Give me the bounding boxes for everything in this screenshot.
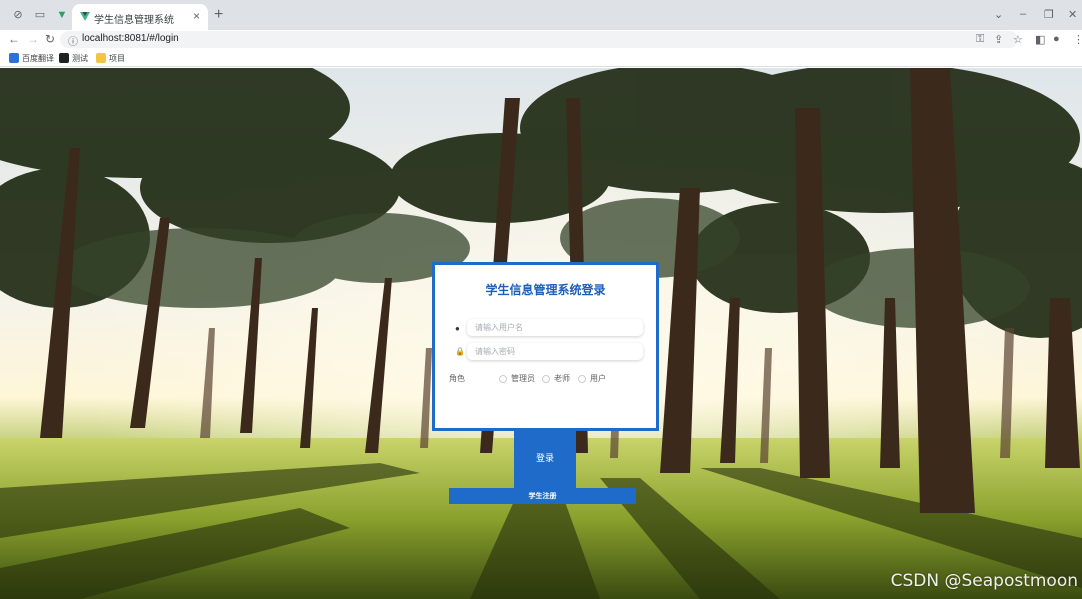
role-option-label: 用户 (590, 374, 606, 383)
role-option-label: 管理员 (511, 374, 535, 383)
login-form-card: 学生信息管理系统登录 ● 🔒 角色 管理员 老师 用户 (432, 262, 659, 431)
login-button[interactable]: 登录 (514, 431, 576, 488)
tab-list-icon[interactable]: ⌄ (994, 8, 1003, 21)
bookmark-star-icon[interactable]: ☆ (1013, 33, 1023, 46)
browser-menu-icon[interactable]: ⋮ (1073, 33, 1082, 46)
browser-toolbar: ← → ↻ ⓘ localhost:8081/#/login ⚿ ⇪ ☆ ◧ ●… (0, 30, 1082, 49)
back-arrow-icon[interactable]: ← (8, 32, 20, 46)
chrome-menu-icon[interactable]: ⊘ (12, 9, 24, 21)
pinned-vue-tab-icon[interactable]: ▼ (56, 9, 68, 21)
role-radio-teacher[interactable]: 老师 (542, 373, 570, 384)
address-bar[interactable]: ⓘ localhost:8081/#/login (60, 31, 1018, 48)
url-text[interactable]: localhost:8081/#/login (82, 33, 179, 44)
role-option-label: 老师 (554, 374, 570, 383)
csdn-watermark: CSDN @Seapostmoon (890, 571, 1078, 591)
radio-circle[interactable] (578, 374, 586, 383)
baidu-translate-icon (9, 53, 19, 63)
tab-search-icon[interactable]: ▭ (34, 9, 46, 21)
role-radio-admin[interactable]: 管理员 (499, 373, 535, 384)
profile-avatar-icon[interactable]: ● (1053, 33, 1060, 45)
lock-icon: 🔒 (455, 347, 465, 356)
username-field[interactable] (467, 319, 643, 336)
minimize-button[interactable]: – (1020, 8, 1026, 20)
side-panel-icon[interactable]: ◧ (1035, 33, 1045, 46)
key-icon[interactable]: ⚿ (976, 33, 984, 46)
bookmark-project[interactable]: 项目 (96, 52, 125, 64)
active-tab[interactable]: 学生信息管理系统 × (72, 4, 208, 30)
bookmark-label: 测试 (72, 53, 88, 63)
password-field[interactable] (467, 343, 643, 360)
role-radio-user[interactable]: 用户 (578, 373, 606, 384)
close-window-button[interactable]: ✕ (1068, 8, 1077, 21)
username-input[interactable] (467, 319, 643, 336)
reload-icon[interactable]: ↻ (45, 32, 55, 46)
tab-title: 学生信息管理系统 (94, 15, 174, 26)
login-title: 学生信息管理系统登录 (485, 283, 606, 297)
site-info-icon[interactable]: ⓘ (68, 33, 78, 48)
tab-close-icon[interactable]: × (193, 9, 200, 23)
password-input[interactable] (467, 343, 643, 360)
user-icon: ● (455, 324, 460, 333)
folder-icon (96, 53, 106, 63)
restore-button[interactable]: ❐ (1044, 8, 1054, 21)
bookmark-test[interactable]: 测试 (59, 52, 88, 64)
bookmark-label: 百度翻译 (22, 53, 54, 63)
forward-arrow-icon[interactable]: → (27, 32, 39, 46)
vue-logo-icon (80, 12, 90, 21)
role-label: 角色 (449, 374, 465, 383)
radio-circle[interactable] (499, 374, 507, 383)
folder-dark-icon (59, 53, 69, 63)
browser-tab-strip: ⊘ ▭ ▼ 学生信息管理系统 × + ⌄ – ❐ ✕ (0, 0, 1082, 30)
bookmark-label: 项目 (109, 53, 125, 63)
radio-circle[interactable] (542, 374, 550, 383)
new-tab-button[interactable]: + (214, 6, 223, 24)
share-icon[interactable]: ⇪ (994, 33, 1003, 46)
student-register-button[interactable]: 学生注册 (449, 488, 636, 504)
bookmark-baidu-translate[interactable]: 百度翻译 (9, 52, 54, 64)
bookmarks-bar: 百度翻译 测试 项目 (0, 49, 1082, 67)
